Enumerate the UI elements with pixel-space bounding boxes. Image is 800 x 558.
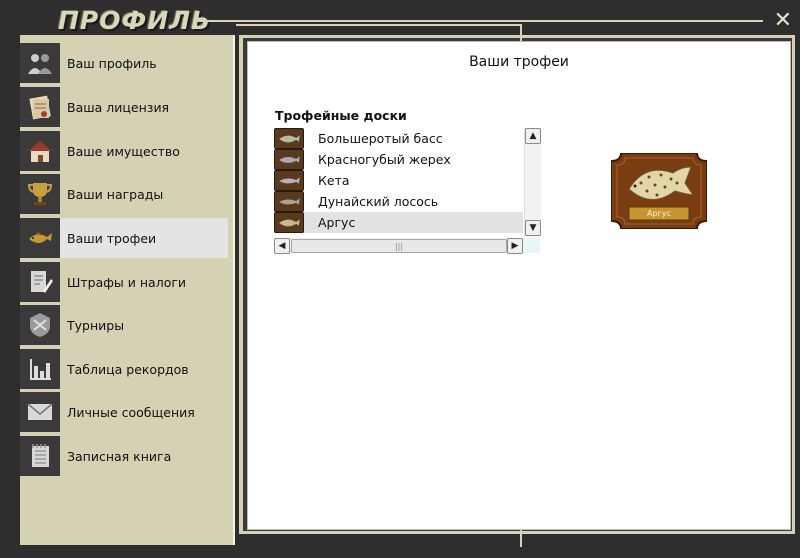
house-icon — [20, 131, 60, 171]
section-title: Трофейные доски — [275, 108, 407, 123]
sidebar-item-records[interactable]: Таблица рекордов — [20, 349, 228, 389]
scrollbar-corner — [524, 238, 540, 253]
list-item[interactable]: Красногубый жерех — [274, 149, 523, 170]
trophy-icon — [20, 174, 60, 214]
scroll-up-button[interactable]: ▲ — [525, 128, 541, 144]
scroll-thumb[interactable]: ||| — [291, 239, 507, 253]
list-item-label: Дунайский лосось — [318, 194, 439, 209]
sidebar-item-tournaments[interactable]: Турниры — [20, 305, 228, 345]
list-item-label: Красногубый жерех — [318, 152, 451, 167]
fish-board-icon — [274, 149, 304, 170]
page-title: Ваши трофеи — [469, 54, 569, 70]
scroll-down-button[interactable]: ▼ — [525, 220, 541, 236]
sidebar-item-awards[interactable]: Ваши награды — [20, 174, 228, 214]
envelope-icon — [20, 392, 60, 432]
window-title: ПРОФИЛЬ — [58, 6, 212, 35]
sidebar-item-trophies[interactable]: Ваши трофеи — [20, 218, 228, 258]
sidebar-item-license[interactable]: Ваша лицензия — [20, 87, 228, 127]
scroll-right-button[interactable]: ▶ — [507, 238, 523, 254]
horizontal-scrollbar[interactable]: ◀ ||| ▶ — [274, 238, 524, 254]
fish-board-icon — [274, 191, 304, 212]
content-panel: Ваши трофеи Трофейные доски Большеротый … — [247, 41, 791, 530]
fish-board-icon — [274, 128, 304, 149]
trophy-plaque: Аргус — [610, 152, 708, 230]
scroll-left-button[interactable]: ◀ — [274, 238, 290, 254]
sidebar: Ваш профиль Ваша лицензия Ваше имущество… — [20, 35, 235, 545]
list-item-label: Кета — [318, 173, 350, 188]
frame-divider — [196, 20, 763, 22]
list-item-label: Аргус — [318, 215, 356, 230]
list-item[interactable]: Дунайский лосось — [274, 191, 523, 212]
list-item[interactable]: Кета — [274, 170, 523, 191]
tournament-icon — [20, 305, 60, 345]
vertical-scrollbar[interactable]: ▲ ▼ — [524, 128, 541, 237]
bar-chart-icon — [20, 349, 60, 389]
sidebar-item-label: Записная книга — [67, 448, 172, 464]
list-item[interactable]: Аргус — [274, 212, 523, 233]
sidebar-item-label: Ваше имущество — [67, 143, 180, 159]
list-item-label: Большеротый басс — [318, 131, 443, 146]
profile-window: ПРОФИЛЬ ✕ Ваш профиль Ваша лицензия Ваше… — [0, 0, 800, 558]
sidebar-item-notebook[interactable]: Записная книга — [20, 436, 228, 476]
close-icon[interactable]: ✕ — [774, 10, 792, 32]
people-icon — [20, 43, 60, 83]
fish-board-icon — [274, 170, 304, 191]
trophy-board-list[interactable]: Большеротый басс Красногубый жерех Кета … — [274, 127, 541, 254]
fish-trophy-icon — [20, 218, 60, 258]
sidebar-item-label: Таблица рекордов — [67, 361, 189, 377]
sidebar-item-label: Штрафы и налоги — [67, 274, 187, 290]
fish-board-icon — [274, 212, 304, 233]
sidebar-item-label: Турниры — [67, 317, 125, 333]
sidebar-item-label: Ваш профиль — [67, 55, 157, 71]
list-item[interactable]: Большеротый басс — [274, 128, 523, 149]
document-pen-icon — [20, 262, 60, 302]
sidebar-item-label: Личные сообщения — [67, 404, 195, 420]
sidebar-item-label: Ваши награды — [67, 186, 164, 202]
license-icon — [20, 87, 60, 127]
sidebar-item-label: Ваша лицензия — [67, 99, 170, 115]
sidebar-item-property[interactable]: Ваше имущество — [20, 131, 228, 171]
sidebar-item-fines[interactable]: Штрафы и налоги — [20, 262, 228, 302]
sidebar-item-messages[interactable]: Личные сообщения — [20, 392, 228, 432]
plaque-label: Аргус — [647, 209, 671, 218]
notebook-icon — [20, 436, 60, 476]
sidebar-item-label: Ваши трофеи — [67, 230, 157, 246]
sidebar-item-profile[interactable]: Ваш профиль — [20, 43, 228, 83]
